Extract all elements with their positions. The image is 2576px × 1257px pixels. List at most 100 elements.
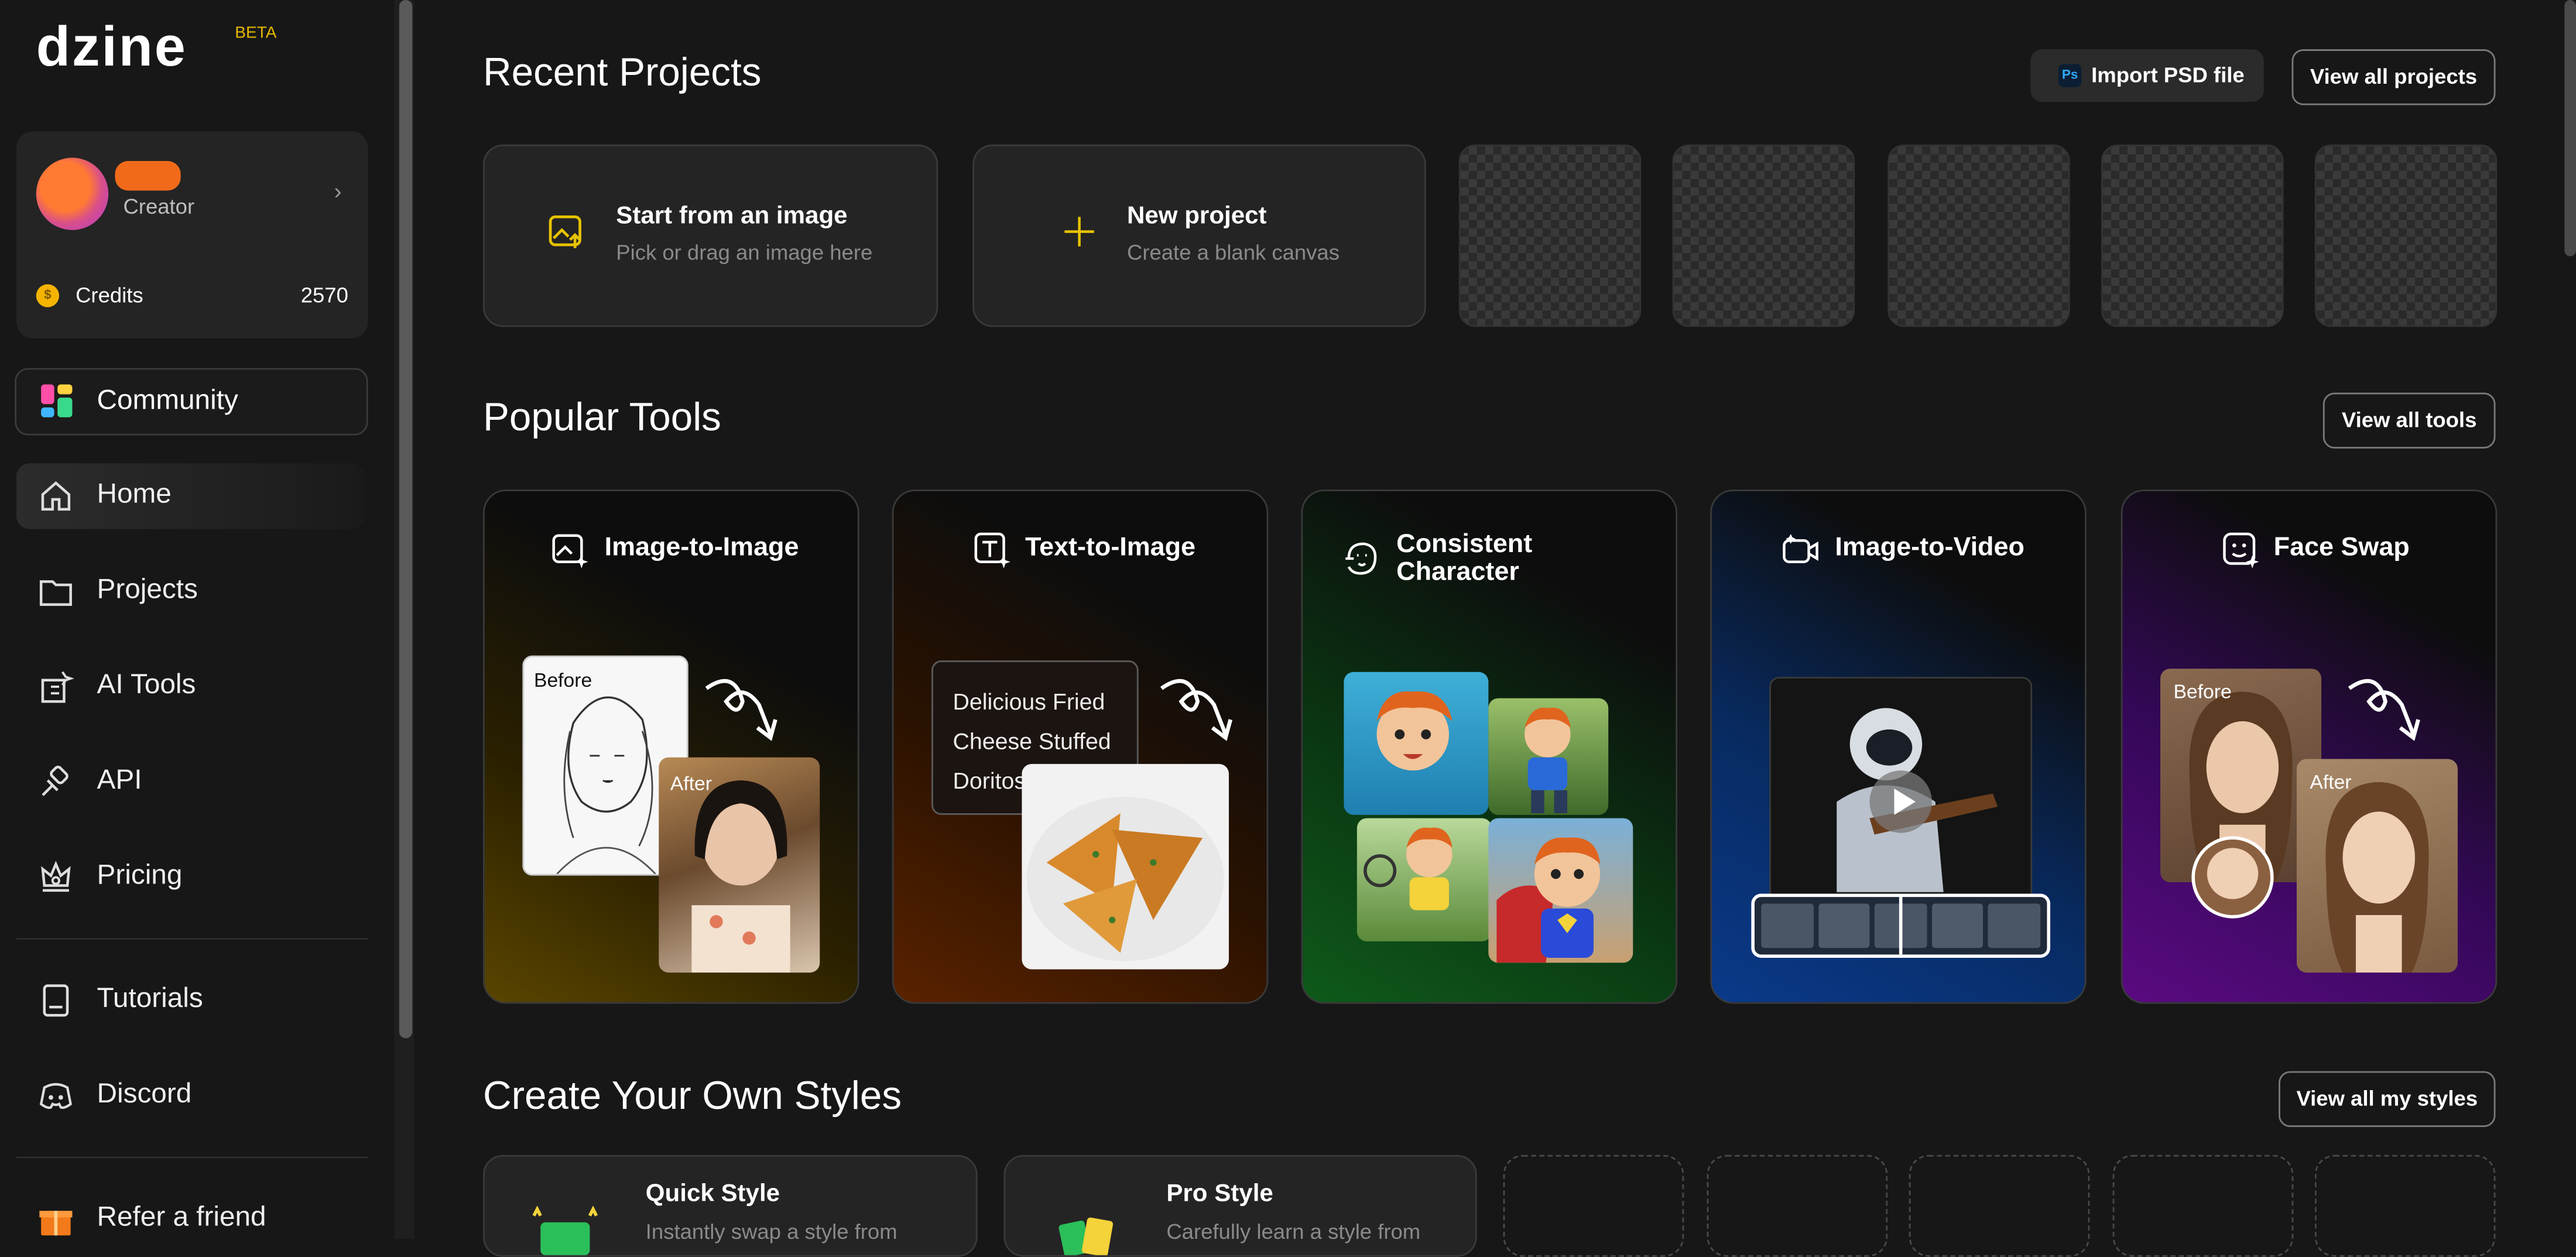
import-psd-label: Import PSD file bbox=[2091, 62, 2245, 87]
play-icon bbox=[1894, 788, 1916, 815]
recent-project-thumbnail[interactable] bbox=[1458, 144, 1642, 327]
pro-style-icon bbox=[1059, 1217, 1114, 1255]
before-label: Before bbox=[2173, 680, 2232, 704]
community-icon bbox=[41, 384, 73, 417]
image-sparkle-icon bbox=[552, 534, 588, 568]
view-all-styles-button[interactable]: View all my styles bbox=[2279, 1071, 2496, 1127]
community-button[interactable]: Community bbox=[15, 368, 368, 436]
sidebar-item-refer[interactable]: Refer a friend bbox=[16, 1186, 365, 1252]
text-sparkle-icon bbox=[974, 532, 1010, 568]
timeline-playhead[interactable] bbox=[1899, 897, 1903, 955]
tool-label: Text-to-Image bbox=[1025, 533, 1196, 562]
tool-label: Face Swap bbox=[2273, 533, 2410, 562]
discord-icon bbox=[39, 1083, 72, 1109]
after-label: After bbox=[670, 772, 712, 796]
coin-icon: $ bbox=[36, 284, 60, 307]
sidebar-item-label: AI Tools bbox=[97, 669, 196, 700]
start-from-image-card[interactable]: Start from an image Pick or drag an imag… bbox=[482, 144, 938, 327]
tutorials-icon bbox=[43, 984, 69, 1017]
style-placeholder bbox=[1909, 1155, 2090, 1257]
curved-arrow-icon bbox=[705, 679, 777, 741]
plus-icon bbox=[1064, 217, 1094, 246]
quick-style-subtitle: Instantly swap a style from bbox=[645, 1219, 898, 1244]
tool-label: Image-to-Video bbox=[1835, 533, 2025, 562]
sidebar-scrollbar-thumb[interactable] bbox=[399, 0, 413, 1039]
chevron-right-icon[interactable]: › bbox=[334, 177, 342, 204]
curved-arrow-icon bbox=[2348, 679, 2420, 741]
sidebar-item-label: Home bbox=[97, 478, 172, 509]
sidebar-divider bbox=[16, 938, 368, 940]
sidebar-item-pricing[interactable]: Pricing bbox=[16, 844, 365, 910]
sidebar-item-label: Refer a friend bbox=[97, 1201, 266, 1232]
new-project-card[interactable]: New project Create a blank canvas bbox=[972, 144, 1426, 327]
character-run-image bbox=[1488, 698, 1609, 815]
video-icon bbox=[1783, 533, 1818, 563]
popular-tools-title: Popular Tools bbox=[482, 396, 721, 441]
pro-style-card[interactable]: Pro Style Carefully learn a style from bbox=[1003, 1155, 1477, 1257]
home-icon bbox=[41, 481, 71, 511]
recent-project-thumbnail[interactable] bbox=[1672, 144, 1855, 327]
beta-badge: BETA bbox=[235, 25, 277, 43]
character-swim-image bbox=[1344, 672, 1489, 815]
start-subtitle: Pick or drag an image here bbox=[616, 239, 873, 265]
face-swap-icon bbox=[2223, 532, 2259, 568]
tool-image-to-image[interactable]: Image-to-Image Before After bbox=[482, 489, 859, 1004]
view-all-tools-button[interactable]: View all tools bbox=[2322, 392, 2496, 449]
user-card[interactable]: Creator › $ Credits 2570 bbox=[16, 131, 368, 339]
quick-style-card[interactable]: Quick Style Instantly swap a style from bbox=[482, 1155, 978, 1257]
style-placeholder bbox=[1707, 1155, 1888, 1257]
sidebar-item-discord[interactable]: Discord bbox=[16, 1063, 365, 1129]
sidebar: dzine BETA Creator › $ Credits 2570 Comm… bbox=[0, 0, 395, 1239]
sidebar-item-label: Pricing bbox=[97, 859, 183, 890]
recent-project-thumbnail[interactable] bbox=[1888, 144, 2070, 327]
username-redacted bbox=[115, 160, 181, 191]
play-button[interactable] bbox=[1869, 770, 1932, 833]
quick-style-icon bbox=[532, 1205, 598, 1255]
recent-project-thumbnail[interactable] bbox=[2101, 144, 2284, 327]
style-placeholder bbox=[1503, 1155, 1684, 1257]
credits-value: 2570 bbox=[300, 282, 348, 307]
sidebar-item-home[interactable]: Home bbox=[16, 463, 365, 529]
sidebar-item-projects[interactable]: Projects bbox=[16, 559, 365, 624]
tool-text-to-image[interactable]: Text-to-Image Delicious Fried Cheese Stu… bbox=[892, 489, 1269, 1004]
avatar[interactable] bbox=[36, 157, 109, 230]
before-label: Before bbox=[533, 669, 592, 692]
main-scrollbar-thumb[interactable] bbox=[2564, 0, 2576, 256]
video-timeline[interactable] bbox=[1751, 893, 2051, 958]
start-title: Start from an image bbox=[616, 202, 848, 230]
tool-face-swap[interactable]: Face Swap Before After bbox=[2121, 489, 2498, 1004]
pro-style-subtitle: Carefully learn a style from bbox=[1166, 1219, 1421, 1244]
after-label: After bbox=[2310, 770, 2352, 794]
sidebar-item-api[interactable]: API bbox=[16, 749, 365, 815]
tool-label: Image-to-Image bbox=[604, 533, 799, 562]
sidebar-item-label: Projects bbox=[97, 573, 198, 605]
new-project-subtitle: Create a blank canvas bbox=[1126, 239, 1340, 265]
sidebar-item-label: Discord bbox=[97, 1077, 192, 1109]
gift-icon bbox=[39, 1211, 73, 1236]
new-project-title: New project bbox=[1126, 202, 1267, 230]
dzine-logo[interactable]: dzine bbox=[36, 16, 187, 80]
quick-style-title: Quick Style bbox=[645, 1179, 780, 1208]
sidebar-item-tutorials[interactable]: Tutorials bbox=[16, 968, 365, 1033]
face-source-avatar bbox=[2191, 836, 2274, 919]
user-role: Creator bbox=[123, 194, 195, 219]
api-icon bbox=[42, 765, 68, 796]
sidebar-item-label: API bbox=[97, 763, 142, 796]
photoshop-icon: Ps bbox=[2058, 64, 2082, 87]
import-psd-button[interactable]: Ps Import PSD file bbox=[2030, 49, 2264, 102]
tool-consistent-character[interactable]: Consistent Character bbox=[1301, 489, 1678, 1004]
pro-style-title: Pro Style bbox=[1166, 1179, 1273, 1208]
sidebar-item-ai-tools[interactable]: AI Tools bbox=[16, 654, 365, 720]
community-label: Community bbox=[97, 384, 238, 416]
recent-project-thumbnail[interactable] bbox=[2314, 144, 2498, 327]
pricing-icon bbox=[41, 861, 71, 892]
ai-tools-icon bbox=[41, 671, 74, 703]
image-upload-icon bbox=[549, 215, 581, 248]
curved-arrow-icon bbox=[1160, 679, 1233, 741]
view-all-projects-button[interactable]: View all projects bbox=[2291, 49, 2496, 105]
character-icon bbox=[1345, 542, 1377, 575]
recent-projects-title: Recent Projects bbox=[482, 50, 762, 95]
sidebar-item-label: Tutorials bbox=[97, 982, 203, 1014]
tool-image-to-video[interactable]: Image-to-Video bbox=[1710, 489, 2087, 1004]
style-placeholder bbox=[2112, 1155, 2294, 1257]
